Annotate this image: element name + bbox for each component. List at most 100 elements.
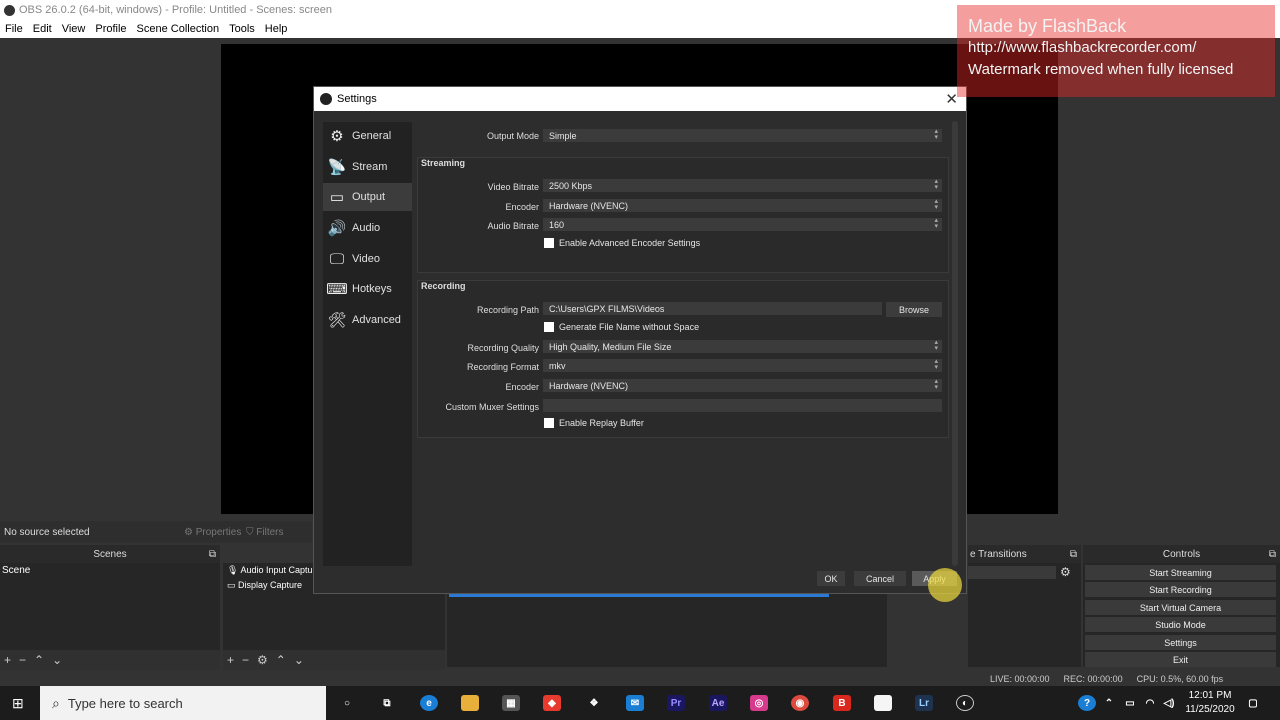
chrome-icon[interactable]: ◉: [791, 695, 809, 711]
creative-cloud-icon[interactable]: ◎: [750, 695, 768, 711]
checkbox-box[interactable]: [544, 322, 554, 332]
studio-mode-button[interactable]: Studio Mode: [1085, 617, 1276, 632]
move-down-icon[interactable]: ⌄: [294, 653, 304, 667]
wifi-icon[interactable]: ◠: [1141, 695, 1159, 711]
cortana-icon[interactable]: ○: [338, 695, 356, 711]
recording-format-select[interactable]: mkv ▴ ▾: [543, 358, 942, 372]
recording-title: Recording: [421, 281, 466, 291]
add-icon[interactable]: +: [227, 653, 234, 667]
volume-meter: [449, 594, 829, 597]
checkbox-box[interactable]: [544, 418, 554, 428]
undock-icon[interactable]: ⧉: [1269, 549, 1276, 560]
after-effects-icon[interactable]: Ae: [709, 695, 727, 711]
nav-item-advanced[interactable]: 🛠 Advanced: [323, 306, 412, 334]
recording-encoder-label: Encoder: [505, 382, 539, 392]
help-icon[interactable]: ?: [1078, 695, 1096, 711]
nav-item-video[interactable]: 🖵 Video: [323, 245, 412, 273]
add-icon[interactable]: +: [4, 653, 11, 667]
recording-path-input[interactable]: C:\Users\GPX FILMS\Videos: [543, 302, 882, 315]
filters-button[interactable]: ⛉ Filters: [246, 527, 284, 538]
task-view-icon[interactable]: ⧉: [378, 695, 396, 711]
transitions-panel: ⚙: [968, 563, 1081, 667]
nav-item-hotkeys[interactable]: ⌨ Hotkeys: [323, 275, 412, 303]
keyboard-icon: ⌨: [326, 281, 348, 298]
volume-icon[interactable]: ◁): [1160, 695, 1178, 711]
stream-encoder-select[interactable]: Hardware (NVENC) ▴ ▾: [543, 198, 942, 212]
menu-view[interactable]: View: [57, 23, 91, 35]
recording-encoder-select[interactable]: Hardware (NVENC) ▴ ▾: [543, 378, 942, 392]
updown-icon: ▴ ▾: [934, 339, 938, 352]
menu-help[interactable]: Help: [260, 23, 293, 35]
output-mode-select[interactable]: Simple ▴ ▾: [543, 128, 942, 142]
premiere-icon[interactable]: Pr: [667, 695, 685, 711]
browse-button[interactable]: Browse: [886, 302, 942, 317]
document-icon[interactable]: [874, 695, 892, 711]
file-explorer-icon[interactable]: [461, 695, 479, 711]
nav-item-audio[interactable]: 🔊 Audio: [323, 214, 412, 242]
gear-icon[interactable]: ⚙: [257, 653, 268, 667]
recording-quality-label: Recording Quality: [467, 343, 539, 353]
monitor-output-icon: ▭: [329, 189, 345, 206]
remove-icon[interactable]: −: [19, 653, 26, 667]
generate-filename-checkbox[interactable]: Generate File Name without Space: [544, 322, 699, 332]
start-recording-button[interactable]: Start Recording: [1085, 582, 1276, 597]
edge-icon[interactable]: e: [420, 695, 438, 711]
taskbar-search[interactable]: ⌕ Type here to search: [40, 686, 326, 720]
clock-time: 12:01 PM: [1188, 690, 1232, 701]
source-toolbar: No source selected ⚙ Properties ⛉ Filter…: [0, 521, 312, 543]
undock-icon[interactable]: ⧉: [1070, 549, 1077, 560]
nav-item-output[interactable]: ▭ Output: [323, 183, 412, 211]
cancel-button[interactable]: Cancel: [854, 571, 906, 586]
bandicam-icon[interactable]: B: [833, 695, 851, 711]
watermark-overlay: Made by FlashBack http://www.flashbackre…: [957, 5, 1275, 97]
properties-button[interactable]: ⚙ Properties: [184, 527, 241, 538]
scenes-footer: + − ⌃ ⌄: [0, 650, 220, 670]
windows-start-icon[interactable]: ⊞: [12, 696, 26, 710]
nav-item-stream[interactable]: 📡 Stream: [323, 153, 412, 181]
app-red-icon[interactable]: ◆: [543, 695, 561, 711]
settings-nav: ⚙ General 📡 Stream ▭ Output 🔊 Audio 🖵 Vi…: [323, 122, 412, 566]
taskbar-clock[interactable]: 12:01 PM 11/25/2020: [1180, 689, 1240, 717]
gear-icon[interactable]: ⚙: [1060, 565, 1071, 579]
exit-button[interactable]: Exit: [1085, 652, 1276, 667]
menu-profile[interactable]: Profile: [90, 23, 131, 35]
start-virtual-camera-button[interactable]: Start Virtual Camera: [1085, 600, 1276, 615]
menu-edit[interactable]: Edit: [28, 23, 57, 35]
spinner-icon: ▴ ▾: [934, 178, 938, 191]
nav-item-general[interactable]: ⚙ General: [323, 122, 412, 150]
replay-buffer-checkbox[interactable]: Enable Replay Buffer: [544, 418, 644, 428]
chevron-up-icon[interactable]: ⌃: [1100, 695, 1118, 711]
move-up-icon[interactable]: ⌃: [34, 653, 44, 667]
advanced-encoder-checkbox[interactable]: Enable Advanced Encoder Settings: [544, 238, 700, 248]
recording-quality-select[interactable]: High Quality, Medium File Size ▴ ▾: [543, 339, 942, 353]
controls-dock-title: Controls ⧉: [1083, 545, 1280, 563]
ok-button[interactable]: OK: [817, 571, 845, 586]
lightroom-icon[interactable]: Lr: [915, 695, 933, 711]
menu-scene-collection[interactable]: Scene Collection: [132, 23, 225, 35]
store-icon[interactable]: ▦: [502, 695, 520, 711]
audio-bitrate-select[interactable]: 160 ▴ ▾: [543, 217, 942, 231]
video-bitrate-input[interactable]: 2500 Kbps ▴ ▾: [543, 178, 942, 192]
menu-tools[interactable]: Tools: [224, 23, 260, 35]
obs-taskbar-icon[interactable]: ◐: [956, 695, 974, 711]
notification-icon[interactable]: ▢: [1244, 695, 1262, 711]
clock-date: 11/25/2020: [1185, 704, 1235, 715]
scene-item[interactable]: Scene: [0, 563, 220, 578]
battery-icon[interactable]: ▭: [1121, 695, 1139, 711]
muxer-settings-input[interactable]: [543, 399, 942, 412]
muxer-settings-label: Custom Muxer Settings: [445, 402, 539, 412]
live-status: LIVE: 00:00:00: [990, 674, 1050, 684]
start-streaming-button[interactable]: Start Streaming: [1085, 565, 1276, 580]
transition-select[interactable]: [968, 566, 1056, 579]
undock-icon[interactable]: ⧉: [209, 549, 216, 560]
scenes-dock-title: Scenes ⧉: [0, 545, 220, 563]
move-down-icon[interactable]: ⌄: [52, 653, 62, 667]
remove-icon[interactable]: −: [242, 653, 249, 667]
dropbox-icon[interactable]: ❖: [585, 695, 603, 711]
settings-button[interactable]: Settings: [1085, 635, 1276, 650]
move-up-icon[interactable]: ⌃: [276, 653, 286, 667]
menu-file[interactable]: File: [0, 23, 28, 35]
checkbox-box[interactable]: [544, 238, 554, 248]
settings-scrollbar[interactable]: [952, 121, 958, 566]
mail-icon[interactable]: ✉: [626, 695, 644, 711]
